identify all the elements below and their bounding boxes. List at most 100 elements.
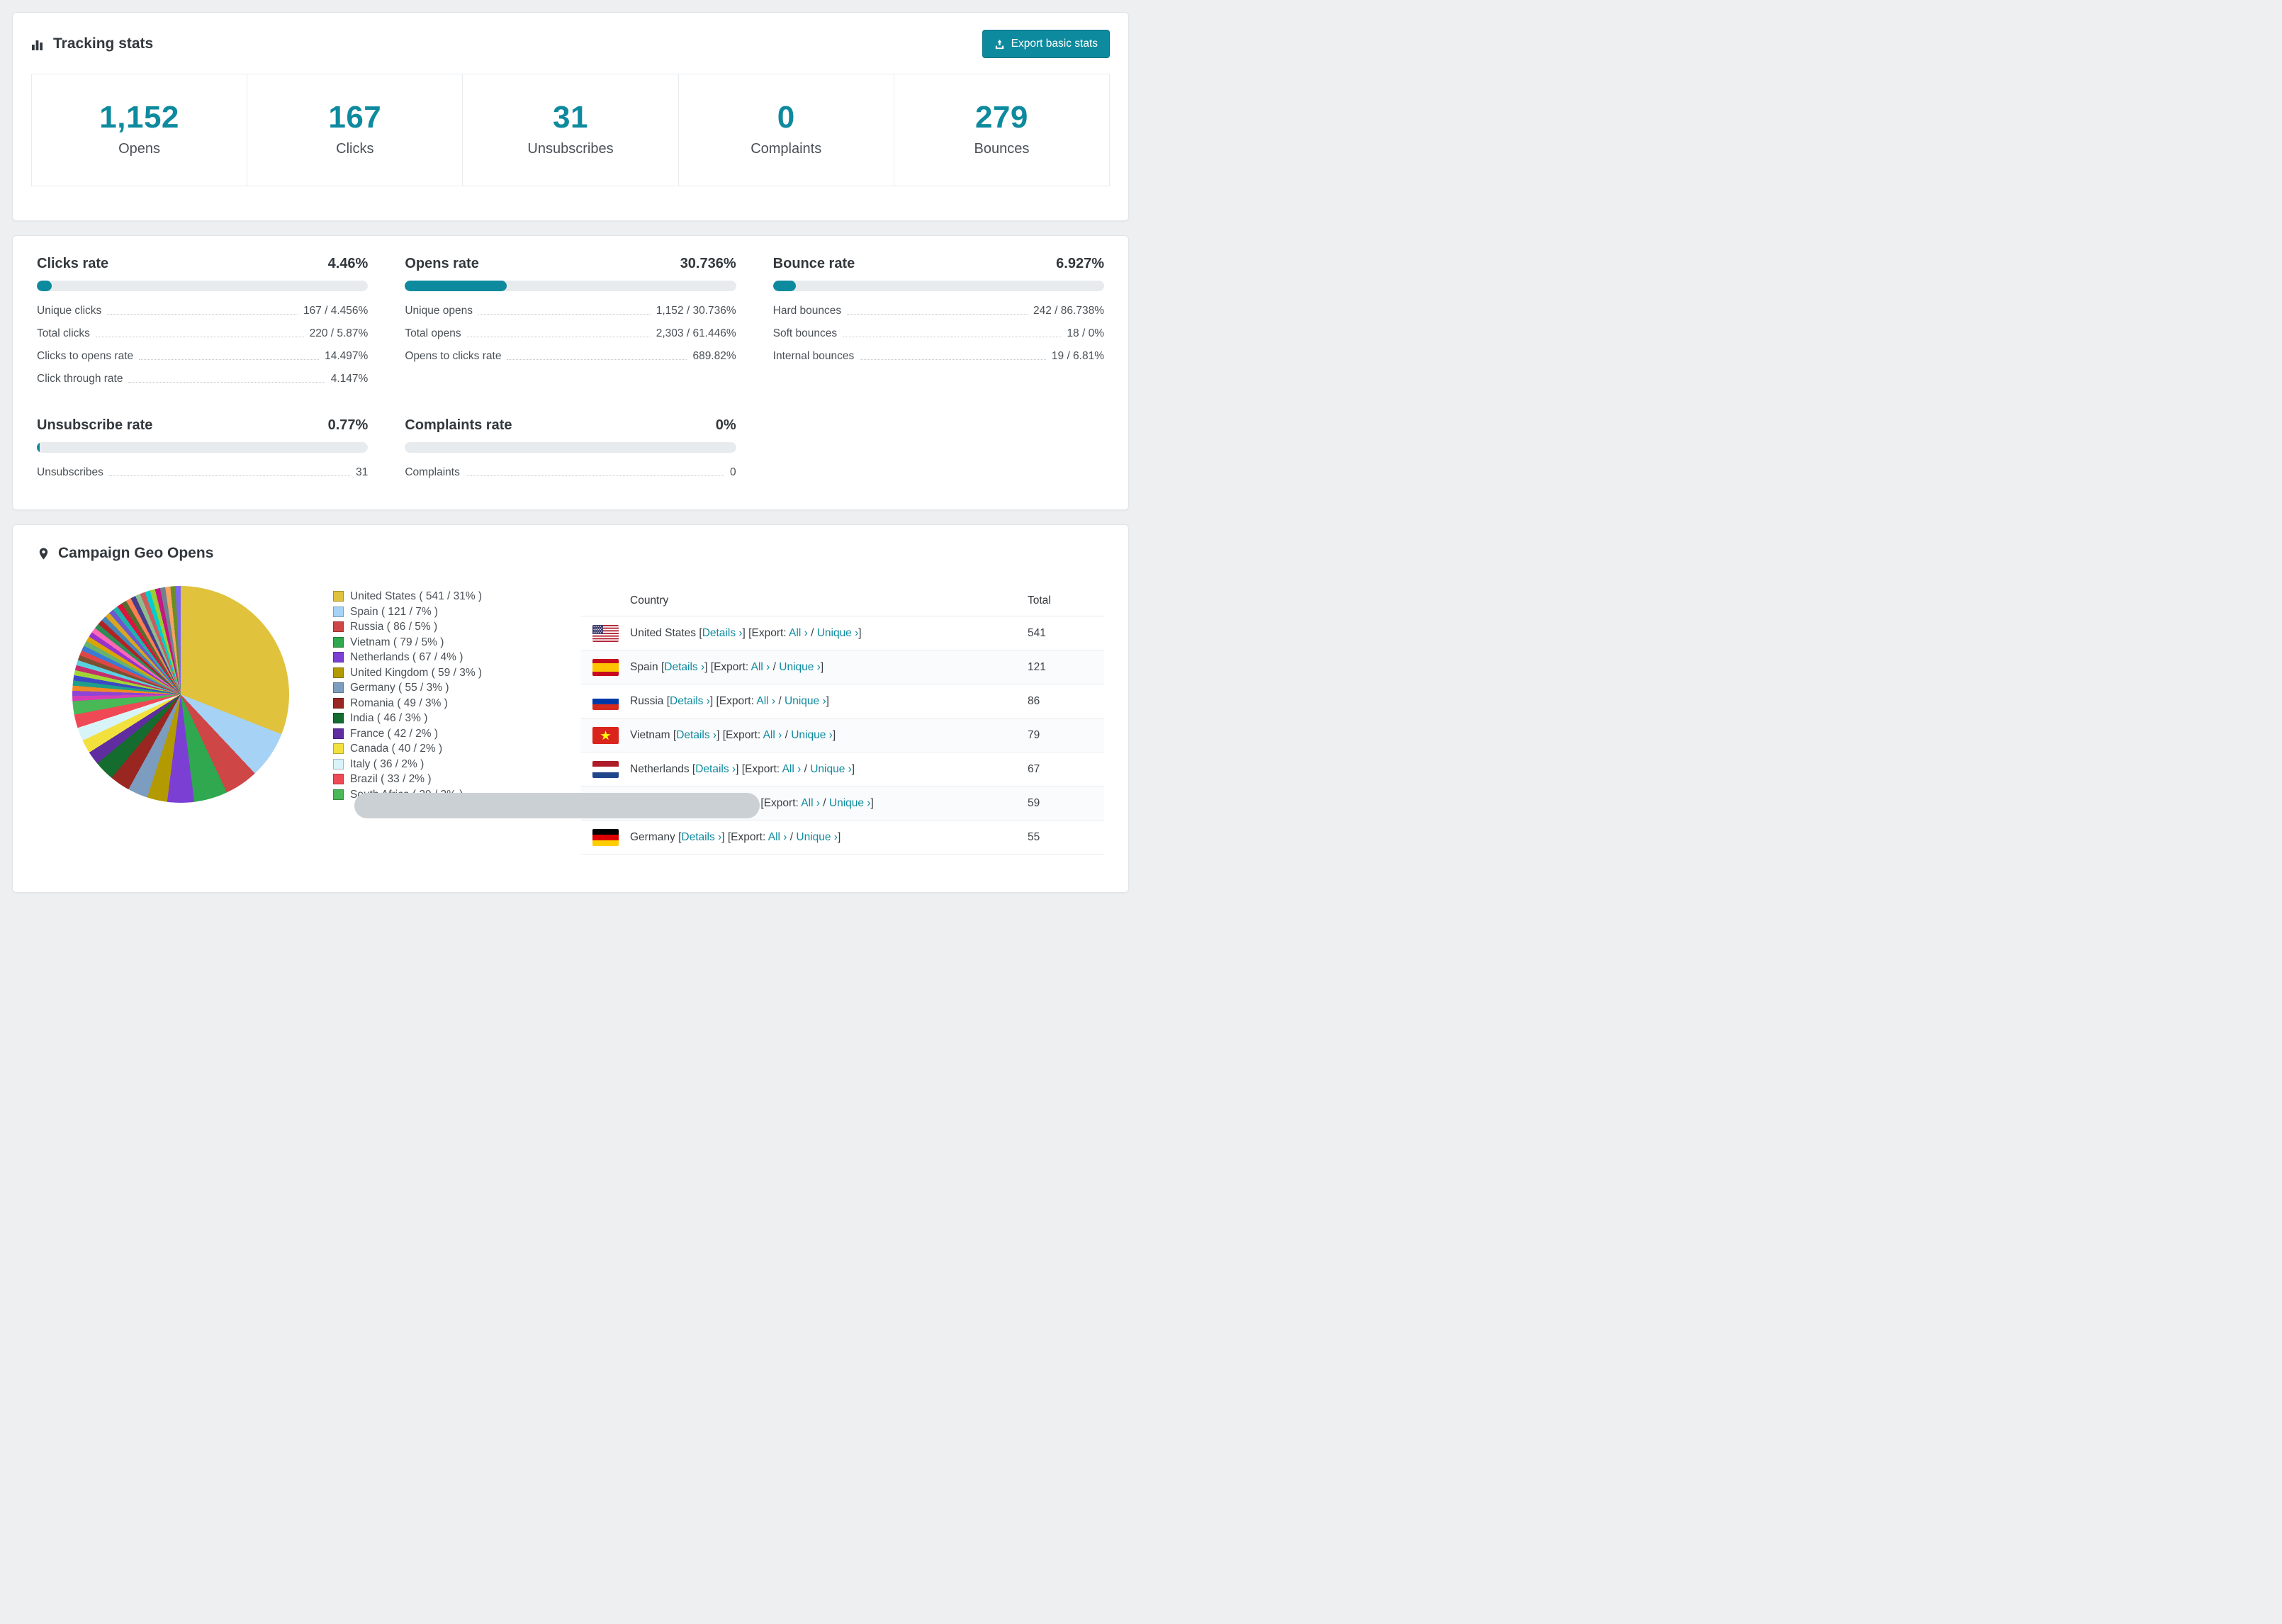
country-total: 79: [1028, 728, 1040, 741]
rate-stat-label: Unsubscribes: [37, 466, 103, 478]
export-all-link[interactable]: All ›: [763, 729, 782, 741]
horizontal-scrollbar-thumb[interactable]: [354, 793, 760, 818]
export-basic-stats-label: Export basic stats: [1011, 38, 1098, 50]
legend-item: Brazil ( 33 / 2% ): [333, 772, 581, 787]
export-label: Export:: [745, 762, 780, 775]
rate-stat-row: Complaints 0: [405, 461, 736, 484]
country-cell: Spain [Details ›] [Export: All › / Uniqu…: [630, 661, 824, 674]
country-cell: Russia [Details ›] [Export: All › / Uniq…: [630, 695, 829, 708]
table-row: Russia [Details ›] [Export: All › / Uniq…: [581, 684, 1104, 718]
details-link[interactable]: Details ›: [670, 695, 710, 707]
legend-swatch: [333, 789, 344, 800]
rate-stat-value: 167 / 4.456%: [303, 305, 369, 317]
export-icon: [994, 39, 1005, 50]
rate-stat-value: 2,303 / 61.446%: [656, 327, 736, 339]
rate-stat-row: Internal bounces 19 / 6.81%: [773, 345, 1104, 368]
dotted-leader: [465, 475, 725, 476]
dotted-leader: [107, 314, 298, 315]
rate-stat-row: Unique clicks 167 / 4.456%: [37, 300, 368, 322]
slash-separator: /: [785, 728, 788, 741]
details-link[interactable]: Details ›: [702, 627, 743, 639]
dotted-leader: [860, 359, 1046, 360]
stat-cell: 279 Bounces: [893, 74, 1111, 186]
progress-fill: [405, 281, 507, 291]
export-unique-link[interactable]: Unique ›: [785, 695, 826, 707]
bar-chart-icon: [31, 37, 45, 51]
legend-label: Canada ( 40 / 2% ): [350, 743, 443, 755]
country-column-header: Country: [630, 594, 669, 607]
stat-cell: 0 Complaints: [678, 74, 894, 186]
details-link[interactable]: Details ›: [681, 831, 721, 843]
tracking-stats-header: Tracking stats Export basic stats: [13, 13, 1128, 72]
rate-stat-row: Soft bounces 18 / 0%: [773, 322, 1104, 345]
details-link[interactable]: Details ›: [695, 763, 736, 775]
export-unique-link[interactable]: Unique ›: [796, 831, 838, 843]
export-label: Export:: [763, 796, 799, 809]
country-total: 121: [1028, 660, 1046, 673]
legend-item: United Kingdom ( 59 / 3% ): [333, 665, 581, 681]
details-link[interactable]: Details ›: [676, 729, 716, 741]
legend-item: Vietnam ( 79 / 5% ): [333, 635, 581, 650]
stat-value: 31: [553, 100, 588, 135]
rate-title: Opens rate: [405, 256, 479, 271]
dotted-leader: [847, 314, 1028, 315]
table-row: Vietnam [Details ›] [Export: All › / Uni…: [581, 718, 1104, 752]
close-bracket: ]: [742, 626, 746, 639]
dotted-leader: [478, 314, 651, 315]
rate-stat-value: 19 / 6.81%: [1051, 350, 1104, 362]
rate-block: Clicks rate 4.46% Unique clicks 167 / 4.…: [37, 256, 369, 390]
rates-grid: Clicks rate 4.46% Unique clicks 167 / 4.…: [37, 256, 1104, 484]
rate-stat-value: 18 / 0%: [1067, 327, 1104, 339]
export-all-link[interactable]: All ›: [801, 797, 820, 809]
legend-label: United Kingdom ( 59 / 3% ): [350, 666, 483, 679]
country-flag: [592, 828, 619, 846]
export-unique-link[interactable]: Unique ›: [779, 661, 821, 673]
stat-cell: 167 Clicks: [247, 74, 463, 186]
close-bracket: ]: [832, 728, 836, 741]
progress-bar: [772, 281, 1104, 291]
country-name: Germany: [630, 830, 675, 843]
export-all-link[interactable]: All ›: [782, 763, 802, 775]
export-all-link[interactable]: All ›: [789, 627, 808, 639]
legend-label: Spain ( 121 / 7% ): [350, 605, 439, 618]
export-unique-link[interactable]: Unique ›: [829, 797, 871, 809]
rate-stat-row: Hard bounces 242 / 86.738%: [773, 300, 1104, 322]
export-all-link[interactable]: All ›: [756, 695, 775, 707]
export-all-link[interactable]: All ›: [751, 661, 770, 673]
legend-item: Italy ( 36 / 2% ): [333, 757, 581, 772]
rate-stat-row: Unsubscribes 31: [37, 461, 368, 484]
export-unique-link[interactable]: Unique ›: [791, 729, 833, 741]
legend-swatch: [333, 667, 344, 678]
stat-label: Bounces: [974, 141, 1030, 157]
rate-stat-label: Unique opens: [405, 305, 473, 317]
legend-label: Italy ( 36 / 2% ): [350, 757, 425, 770]
close-bracket: ]: [736, 762, 739, 775]
rate-stat-row: Total opens 2,303 / 61.446%: [405, 322, 736, 345]
close-bracket: ]: [858, 626, 862, 639]
legend-swatch: [333, 636, 344, 648]
legend-item: India ( 46 / 3% ): [333, 711, 581, 726]
rate-stat-label: Hard bounces: [772, 305, 842, 317]
rate-block: Opens rate 30.736% Unique opens 1,152 / …: [405, 256, 736, 390]
legend-swatch: [333, 758, 344, 769]
map-pin-icon: [37, 547, 50, 560]
rate-stat-value: 1,152 / 30.736%: [656, 305, 736, 317]
stat-label: Opens: [118, 141, 161, 157]
rate-head: Bounce rate 6.927%: [773, 256, 1104, 272]
export-unique-link[interactable]: Unique ›: [810, 763, 852, 775]
rate-stat-value: 0: [730, 466, 736, 478]
rate-title: Clicks rate: [37, 256, 109, 271]
legend-swatch: [333, 682, 344, 694]
legend-swatch: [333, 713, 344, 724]
export-basic-stats-button[interactable]: Export basic stats: [982, 30, 1110, 58]
slash-separator: /: [811, 626, 814, 639]
details-link[interactable]: Details ›: [664, 661, 704, 673]
tracking-stats-title-text: Tracking stats: [53, 35, 154, 52]
close-bracket: ]: [870, 796, 874, 809]
rate-stat-value: 14.497%: [325, 350, 369, 362]
close-bracket: ]: [851, 762, 855, 775]
export-all-link[interactable]: All ›: [768, 831, 787, 843]
legend-swatch: [333, 774, 344, 785]
close-bracket: ]: [704, 660, 708, 673]
export-unique-link[interactable]: Unique ›: [817, 627, 859, 639]
